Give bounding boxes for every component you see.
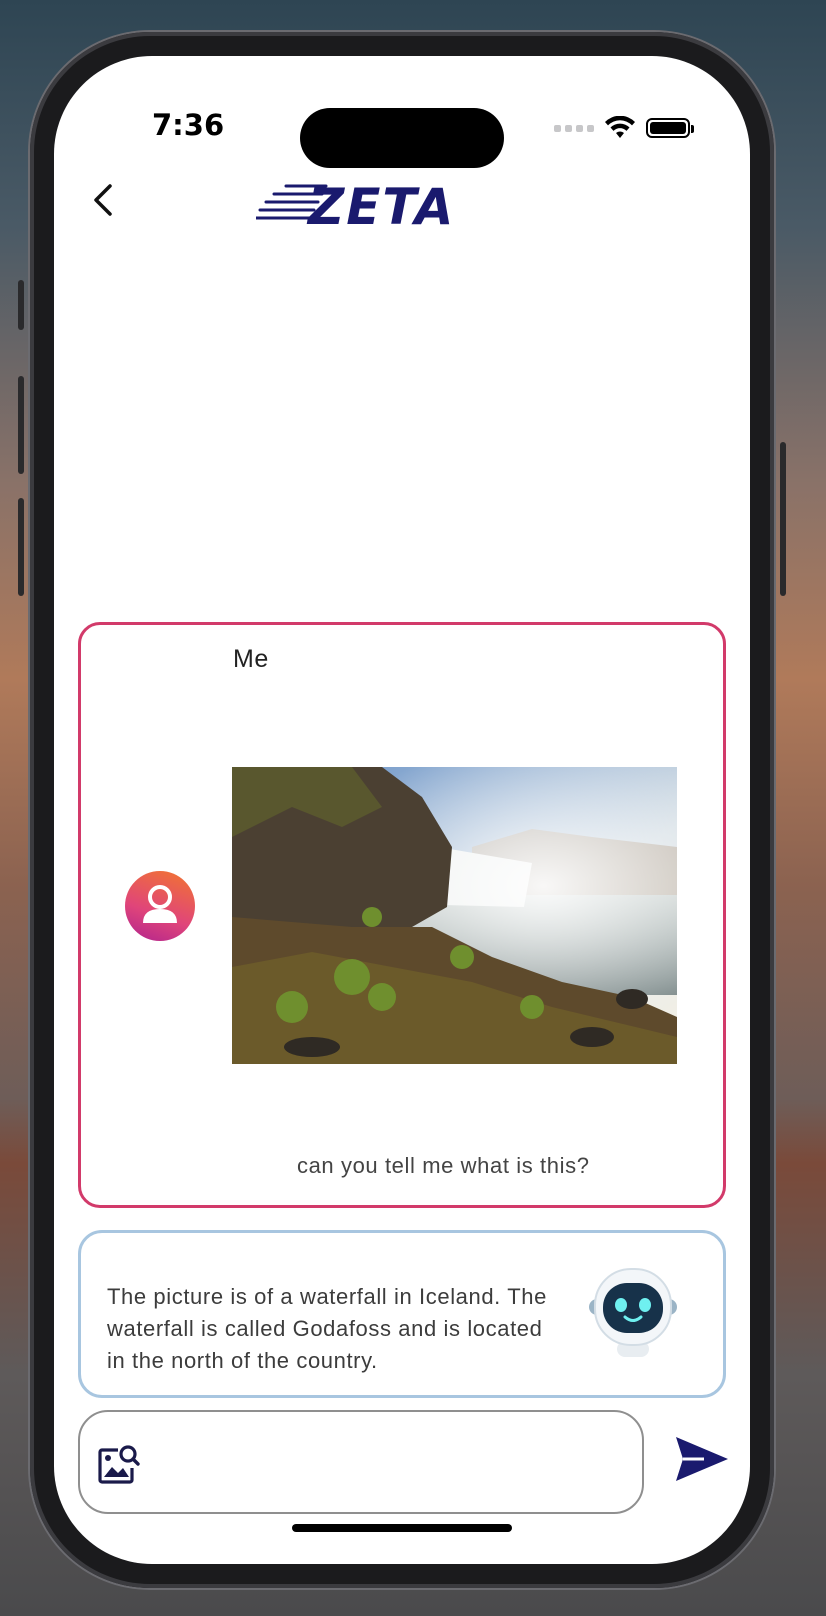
send-button[interactable] xyxy=(674,1434,730,1484)
action-button xyxy=(18,280,24,330)
logo-text: ZETA xyxy=(306,178,455,232)
bot-message: The picture is of a waterfall in Iceland… xyxy=(78,1230,726,1398)
waterfall-photo xyxy=(232,767,677,1064)
status-time: 7:36 xyxy=(152,108,225,142)
volume-down-button xyxy=(18,498,24,596)
home-indicator xyxy=(292,1524,512,1532)
power-button xyxy=(780,442,786,596)
phone-frame: 7:36 ZETA Me can you tell me what is thi… xyxy=(18,32,786,1588)
back-button[interactable] xyxy=(84,178,124,222)
robot-icon xyxy=(589,1268,677,1357)
zeta-logo: ZETA xyxy=(254,176,496,236)
wifi-icon xyxy=(605,116,635,138)
image-search-button[interactable] xyxy=(96,1442,142,1488)
dynamic-island xyxy=(300,108,504,168)
send-icon xyxy=(676,1437,728,1481)
chevron-left-icon xyxy=(94,184,112,216)
battery-icon xyxy=(646,118,694,138)
status-icons xyxy=(554,116,694,140)
volume-up-button xyxy=(18,376,24,474)
message-input[interactable] xyxy=(78,1410,644,1514)
message-text: can you tell me what is this? xyxy=(297,1153,590,1178)
bot-message-text: The picture is of a waterfall in Iceland… xyxy=(107,1284,547,1373)
app-screen: 7:36 ZETA Me can you tell me what is thi… xyxy=(54,56,750,1564)
image-search-icon xyxy=(98,1445,140,1484)
message-author: Me xyxy=(233,645,269,673)
cellular-icon xyxy=(554,124,594,132)
user-avatar-icon xyxy=(125,871,195,941)
user-message: Me can you tell me what is this? xyxy=(78,622,726,1208)
